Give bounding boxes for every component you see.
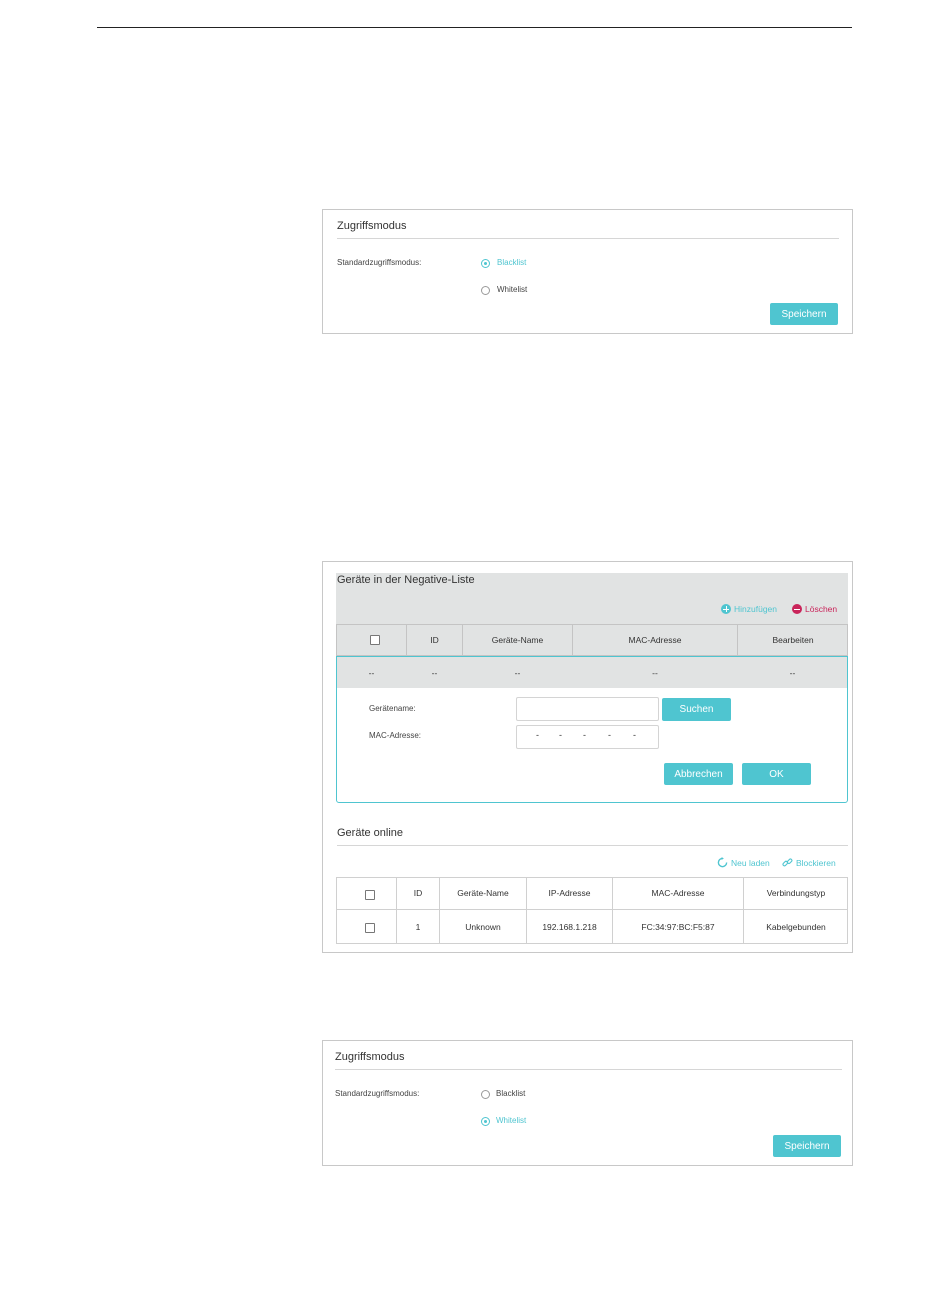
delete-action[interactable]: Löschen: [792, 604, 837, 614]
negative-list-title: Geräte in der Negative-Liste: [337, 574, 475, 586]
block-action[interactable]: Blockieren: [782, 857, 836, 868]
radio-whitelist[interactable]: [481, 286, 490, 295]
online-row-ip: 192.168.1.218: [542, 922, 597, 932]
online-row-connection-type: Kabelgebunden: [766, 922, 826, 932]
radio-whitelist-label[interactable]: Whitelist: [496, 1116, 526, 1125]
plus-circle-icon: [721, 604, 731, 614]
col-header-id: ID: [430, 635, 439, 645]
radio-blacklist-label[interactable]: Blacklist: [496, 1089, 525, 1098]
cancel-button[interactable]: Abbrechen: [664, 763, 733, 785]
reload-icon: [717, 857, 728, 868]
online-devices-title: Geräte online: [337, 827, 404, 839]
online-row-checkbox[interactable]: [365, 923, 375, 933]
panel-divider: [337, 238, 839, 239]
negative-list-panel: Geräte in der Negative-Liste Hinzufügen …: [322, 561, 853, 953]
add-action[interactable]: Hinzufügen: [721, 604, 777, 614]
mac-separator: -: [608, 730, 611, 740]
col-header-edit: Bearbeiten: [772, 635, 814, 645]
online-col-header-id: ID: [413, 888, 423, 898]
save-button[interactable]: Speichern: [770, 303, 838, 325]
mac-separator: -: [583, 730, 586, 740]
online-select-all-checkbox[interactable]: [365, 890, 375, 900]
add-label: Hinzufügen: [734, 604, 778, 614]
save-button[interactable]: Speichern: [773, 1135, 841, 1157]
select-all-checkbox[interactable]: [370, 635, 380, 645]
online-divider: [337, 845, 848, 846]
row-cell: --: [514, 667, 521, 678]
block-label: Blockieren: [796, 857, 836, 868]
col-header-mac: MAC-Adresse: [628, 635, 682, 645]
ok-button[interactable]: OK: [742, 763, 811, 785]
row-cell: --: [652, 667, 658, 678]
row-cell: --: [368, 667, 375, 678]
mac-separator: -: [633, 730, 636, 740]
device-name-input[interactable]: [516, 697, 659, 721]
col-header-device-name: Geräte-Name: [491, 635, 544, 645]
panel-title: Zugriffsmodus: [337, 220, 407, 232]
panel-divider: [335, 1069, 842, 1070]
radio-whitelist[interactable]: [481, 1117, 490, 1126]
mac-separator: -: [536, 730, 539, 740]
online-row-mac: FC:34:97:BC:F5:87: [641, 922, 715, 932]
mac-address-label: MAC-Adresse:: [369, 731, 422, 740]
default-access-mode-label: Standardzugriffsmodus:: [337, 258, 422, 267]
default-access-mode-label: Standardzugriffsmodus:: [335, 1089, 420, 1098]
mac-separator: -: [559, 730, 562, 740]
online-col-header-device-name: Geräte-Name: [457, 888, 509, 898]
radio-whitelist-label[interactable]: Whitelist: [497, 285, 527, 294]
row-cell: --: [431, 667, 438, 678]
radio-blacklist[interactable]: [481, 1090, 490, 1099]
access-mode-panel-blacklist: Zugriffsmodus Standardzugriffsmodus: Bla…: [322, 209, 853, 334]
online-row-id: 1: [415, 922, 421, 932]
minus-circle-icon: [792, 604, 802, 614]
reload-action[interactable]: Neu laden: [717, 857, 770, 868]
reload-label: Neu laden: [731, 857, 770, 868]
radio-blacklist-label[interactable]: Blacklist: [497, 258, 526, 267]
search-button[interactable]: Suchen: [662, 698, 731, 721]
online-col-header-connection-type: Verbindungstyp: [766, 888, 826, 898]
device-name-label: Gerätename:: [369, 704, 416, 713]
delete-label: Löschen: [805, 604, 838, 614]
online-col-header-ip: IP-Adresse: [548, 888, 591, 898]
access-mode-panel-whitelist: Zugriffsmodus Standardzugriffsmodus: Bla…: [322, 1040, 853, 1166]
online-col-header-mac: MAC-Adresse: [651, 888, 705, 898]
link-icon: [782, 858, 793, 867]
row-cell: --: [789, 667, 796, 678]
panel-title: Zugriffsmodus: [335, 1051, 405, 1063]
radio-blacklist[interactable]: [481, 259, 490, 268]
page-top-rule: [97, 27, 852, 28]
online-row-device-name: Unknown: [465, 922, 501, 932]
